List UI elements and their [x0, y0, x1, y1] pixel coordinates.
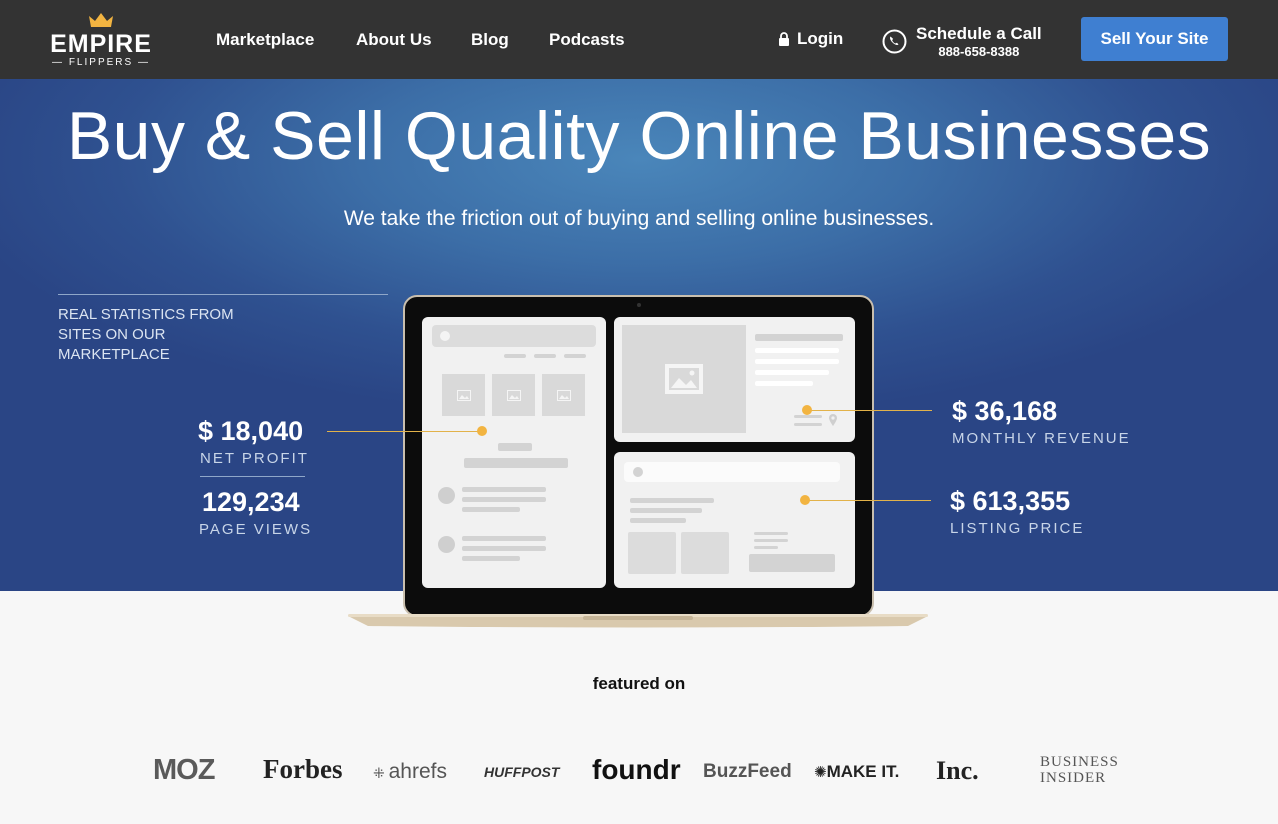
- listing-price-value: $ 613,355: [950, 486, 1071, 516]
- schedule-text: Schedule a Call 888-658-8388: [916, 24, 1042, 59]
- mock-line: [498, 443, 532, 451]
- featured-on-heading: featured on: [592, 674, 686, 693]
- mock-button: [749, 554, 835, 572]
- laptop-camera: [637, 303, 641, 307]
- mock-line: [462, 487, 546, 492]
- hero-title: Buy & Sell Quality Online Businesses: [66, 98, 1212, 174]
- empire-flippers-logo[interactable]: EMPIRE — FLIPPERS —: [46, 10, 156, 70]
- lock-icon: [779, 32, 789, 46]
- mock-line: [534, 354, 556, 358]
- mock-line: [564, 354, 586, 358]
- nav-blog[interactable]: Blog: [471, 30, 509, 50]
- brand-forbes-logo: Forbes: [263, 754, 343, 784]
- monthly-revenue-leader-line: [807, 410, 932, 411]
- mock-line: [464, 458, 568, 468]
- stats-heading: REAL STATISTICS FROM SITES ON OUR MARKET…: [58, 306, 234, 363]
- top-navigation: EMPIRE — FLIPPERS — Marketplace About Us…: [0, 0, 1278, 79]
- brand-business-insider-logo: BUSINESS INSIDER: [1040, 754, 1119, 786]
- mock-search-dot: [633, 467, 643, 477]
- laptop-mockup: [403, 295, 874, 617]
- mock-line: [462, 536, 546, 541]
- sell-your-site-button[interactable]: Sell Your Site: [1081, 17, 1228, 61]
- laptop-base: [348, 614, 928, 628]
- nav-about-us[interactable]: About Us: [356, 30, 432, 50]
- monthly-revenue-marker: [802, 405, 812, 415]
- brand-inc-logo: Inc.: [936, 756, 979, 785]
- mock-line: [755, 381, 813, 386]
- net-profit-value: $ 18,040: [198, 416, 304, 446]
- net-profit-marker: [477, 426, 487, 436]
- brand-buzzfeed-logo: BuzzFeed: [703, 761, 792, 782]
- mock-card: [681, 532, 729, 574]
- page-views-label: PAGE VIEWS: [199, 521, 313, 538]
- mock-line: [462, 497, 546, 502]
- schedule-call-link[interactable]: Schedule a Call 888-658-8388: [882, 24, 1042, 59]
- mock-line: [754, 532, 788, 535]
- mock-line: [462, 507, 520, 512]
- listing-price-label: LISTING PRICE: [950, 520, 1085, 537]
- mock-line: [755, 348, 839, 353]
- mock-line: [754, 539, 788, 542]
- monthly-revenue-label: MONTHLY REVENUE: [952, 430, 1131, 447]
- net-profit-label: NET PROFIT: [200, 450, 309, 467]
- avatar-placeholder-icon: [438, 536, 455, 553]
- nav-marketplace[interactable]: Marketplace: [216, 30, 314, 50]
- image-placeholder-icon: [442, 374, 485, 416]
- logo-wordmark: EMPIRE: [50, 30, 152, 58]
- mock-search-bar: [624, 462, 840, 482]
- brand-moz-logo: MOZ: [153, 754, 215, 786]
- mock-line: [630, 498, 714, 503]
- schedule-label: Schedule a Call: [916, 24, 1042, 43]
- mock-listing-panel: [422, 317, 606, 588]
- mock-summary-panel: [614, 452, 855, 588]
- mock-line: [462, 546, 546, 551]
- image-placeholder-icon: [492, 374, 535, 416]
- mock-line: [755, 370, 829, 375]
- brand-make-it-text: MAKE IT.: [826, 762, 900, 781]
- location-pin-icon: [829, 414, 837, 426]
- brand-ahrefs-text: ahrefs: [388, 760, 447, 783]
- stats-divider-line: [58, 294, 388, 295]
- mock-card: [628, 532, 676, 574]
- mock-line: [630, 508, 702, 513]
- stat-divider: [200, 476, 305, 477]
- monthly-revenue-value: $ 36,168: [952, 396, 1058, 426]
- brand-ahrefs-logo: ⁜ ahrefs: [373, 760, 447, 784]
- login-link[interactable]: Login: [778, 29, 843, 49]
- avatar-placeholder-icon: [438, 487, 455, 504]
- brand-huffpost-logo: HUFFPOST: [484, 764, 560, 780]
- listing-price-leader-line: [805, 500, 931, 501]
- listing-price-marker: [800, 495, 810, 505]
- logo-subtitle: — FLIPPERS —: [52, 57, 150, 68]
- login-label: Login: [797, 29, 844, 48]
- hero-subtitle: We take the friction out of buying and s…: [343, 207, 935, 230]
- image-placeholder-icon: [542, 374, 585, 416]
- brand-cnbc-make-it-logo: ✺MAKE IT.: [814, 762, 899, 782]
- mock-line: [794, 415, 822, 418]
- mock-line: [755, 359, 839, 364]
- mock-detail-panel: [614, 317, 855, 442]
- mock-line: [504, 354, 526, 358]
- brand-foundr-logo: foundr: [592, 754, 681, 785]
- cnbc-peacock-icon: ✺: [814, 764, 827, 781]
- mock-line: [630, 518, 686, 523]
- ahrefs-mark-icon: ⁜: [373, 765, 389, 781]
- mock-header-dot: [440, 331, 450, 341]
- phone-number: 888-658-8388: [938, 44, 1020, 59]
- net-profit-leader-line: [327, 431, 481, 432]
- mock-header-bar: [432, 325, 596, 347]
- mock-line: [462, 556, 520, 561]
- image-placeholder-icon: [622, 325, 746, 433]
- mock-line: [794, 423, 822, 426]
- mock-line: [754, 546, 778, 549]
- phone-icon: [882, 29, 907, 54]
- nav-podcasts[interactable]: Podcasts: [549, 30, 625, 50]
- mock-line: [755, 334, 843, 341]
- page-views-value: 129,234: [202, 487, 300, 517]
- crown-icon: [89, 13, 113, 27]
